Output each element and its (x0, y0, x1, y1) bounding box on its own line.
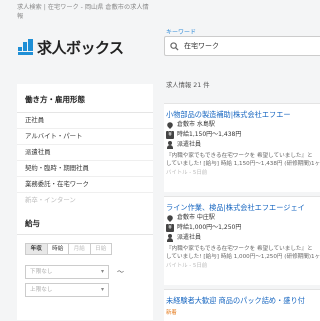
salary-tab-annual[interactable]: 年収 (25, 243, 48, 255)
page-heading-line1: 求人検索 | 在宅ワーク - 岡山県 倉敷市の求人情 (17, 4, 149, 11)
job-title-link[interactable]: 小物部品の製造補助|株式会社エフエー (164, 104, 320, 120)
job-employment-type: 派遣社員 (164, 140, 320, 150)
filter-new-grad-intern: 新卒・インターン (25, 196, 76, 204)
search-icon (170, 42, 179, 51)
range-tilde: 〜 (117, 268, 124, 276)
job-salary: ¥ 時給1,150円～1,438円 (164, 130, 320, 140)
filter-freelance-remote[interactable]: 業務委託・在宅ワーク (17, 177, 153, 193)
keyword-input[interactable] (184, 39, 314, 53)
filter-dispatch[interactable]: 派遣社員 (17, 145, 153, 161)
salary-max-select[interactable]: 上限なし ▾ (25, 283, 109, 297)
site-logo[interactable]: 求人ボックス (17, 38, 124, 57)
job-location: 倉敷市 中庄駅 (164, 213, 320, 223)
filter-sidebar: 働き方・雇用形態 正社員 アルバイト・パート 派遣社員 契約・臨時・期間社員 業… (17, 84, 153, 320)
salary-tab-daily[interactable]: 日給 (89, 243, 112, 255)
job-card[interactable]: 小物部品の製造補助|株式会社エフエー 倉敷市 水島駅 ¥ 時給1,150円～1,4… (164, 103, 320, 192)
yen-icon: ¥ (166, 131, 174, 139)
page-heading-line2: 報 (17, 13, 24, 20)
salary-type-tabs: 年収 時給 月給 日給 (25, 243, 112, 255)
keyword-search-box[interactable] (164, 36, 320, 56)
person-icon (166, 141, 174, 149)
job-location: 倉敷市 水島駅 (164, 120, 320, 130)
result-count: 求人情報 21 件 (166, 82, 210, 89)
job-source: バイトル - 5日前 (166, 263, 208, 269)
location-pin-icon (166, 121, 174, 129)
filter-contract[interactable]: 契約・臨時・期間社員 (17, 161, 153, 177)
salary-min-select[interactable]: 下限なし ▾ (25, 265, 109, 279)
job-source: バイトル - 5日前 (166, 170, 208, 176)
chevron-down-icon: ▾ (100, 268, 104, 275)
salary-heading: 給与 (17, 208, 153, 235)
job-title-link[interactable]: ライン作業、検品|株式会社エフエージェイ (164, 197, 320, 213)
new-badge: 新着 (166, 310, 177, 316)
salary-tab-hourly[interactable]: 時給 (46, 243, 69, 255)
salary-tab-monthly[interactable]: 月給 (68, 243, 91, 255)
person-icon (166, 234, 174, 242)
job-salary: ¥ 時給1,000円～1,250円 (164, 223, 320, 233)
job-card[interactable]: ライン作業、検品|株式会社エフエージェイ 倉敷市 中庄駅 ¥ 時給1,000円～1… (164, 196, 320, 285)
location-pin-icon (166, 214, 174, 222)
chevron-down-icon: ▾ (100, 286, 104, 293)
job-description: 『内職や家でもできる在宅ワークを 希望していました』と していました! [給与]… (166, 153, 320, 167)
job-employment-type: 派遣社員 (164, 233, 320, 243)
work-style-heading: 働き方・雇用形態 (17, 84, 153, 113)
logo-text: 求人ボックス (37, 38, 124, 57)
results-area: 求人情報 21 件 (164, 80, 320, 89)
filter-full-time[interactable]: 正社員 (17, 113, 153, 129)
job-description: 『内職や家でもできる在宅ワークを 希望していました』と していました! [給与]… (166, 246, 320, 260)
top-breadcrumb: 求人検索 | 在宅ワーク - 岡山県 倉敷市の求人情 報 (0, 0, 320, 26)
yen-icon: ¥ (166, 224, 174, 232)
logo-mark-icon (17, 38, 35, 56)
filter-part-time[interactable]: アルバイト・パート (17, 129, 153, 145)
keyword-label: キーワード (166, 29, 197, 36)
job-card[interactable]: 未経験者大歓迎 商品のパック詰め・盛り付 新着 (164, 289, 320, 321)
job-title-link[interactable]: 未経験者大歓迎 商品のパック詰め・盛り付 (164, 290, 320, 306)
